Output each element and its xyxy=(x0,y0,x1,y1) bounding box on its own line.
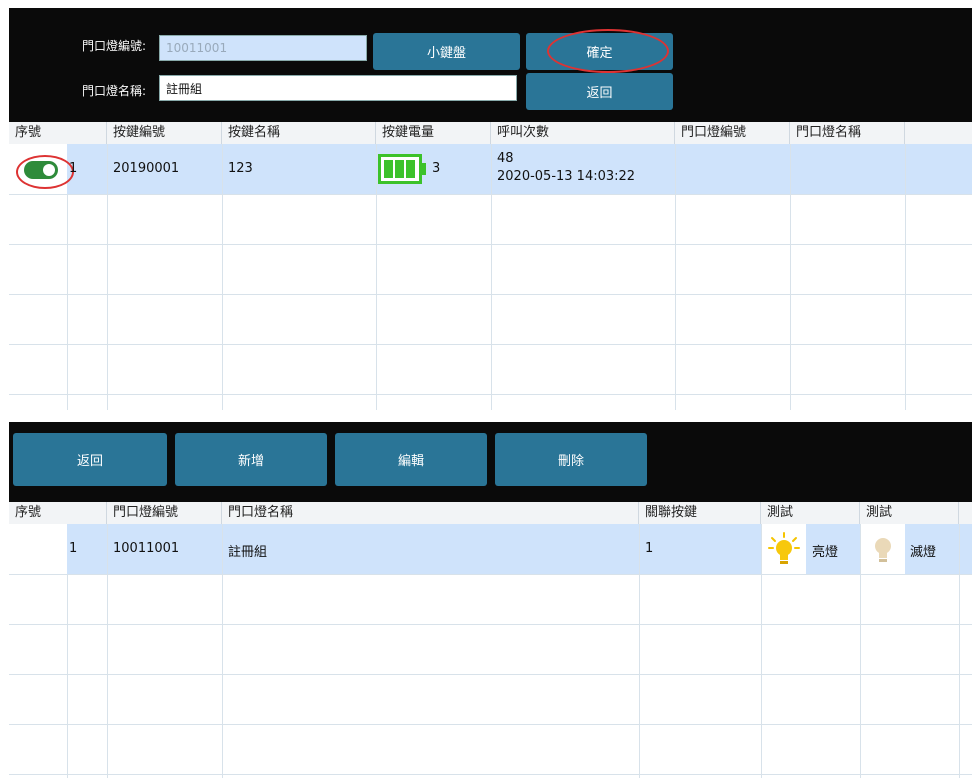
col-battery: 按鍵電量 xyxy=(376,122,491,144)
door-light-code-input[interactable] xyxy=(159,35,367,61)
key-table: 序號 按鍵編號 按鍵名稱 按鍵電量 呼叫次數 門口燈編號 門口燈名稱 1 201… xyxy=(9,122,972,410)
door-light-name-cell: 註冊組 xyxy=(228,545,268,560)
door-light-code-cell: 10011001 xyxy=(113,541,180,556)
col-test-off: 測試 xyxy=(860,502,959,524)
key-table-header: 序號 按鍵編號 按鍵名稱 按鍵電量 呼叫次數 門口燈編號 門口燈名稱 xyxy=(9,122,972,145)
top-panel: 門口燈編號: 小鍵盤 確定 門口燈名稱: 返回 序號 按鍵編號 按鍵名稱 按鍵電… xyxy=(9,8,972,410)
light-off-label[interactable]: 滅燈 xyxy=(910,541,936,560)
lightbulb-on-icon xyxy=(768,532,800,570)
col-serial: 序號 xyxy=(9,122,107,144)
back-button[interactable]: 返回 xyxy=(526,73,673,110)
col-door-light-code: 門口燈編號 xyxy=(107,502,222,524)
edit-button[interactable]: 編輯 xyxy=(335,433,487,486)
delete-button[interactable]: 刪除 xyxy=(495,433,647,486)
bottom-panel: 返回 新增 編輯 刪除 序號 門口燈編號 門口燈名稱 關聯按鍵 測試 測試 1 … xyxy=(9,422,972,778)
col-call-count: 呼叫次數 xyxy=(491,122,675,144)
col-test-on: 測試 xyxy=(761,502,860,524)
col-key-code: 按鍵編號 xyxy=(107,122,222,144)
col-door-light-name: 門口燈名稱 xyxy=(790,122,905,144)
highlight-circle xyxy=(547,29,669,73)
battery-level-cell: 3 xyxy=(432,161,441,176)
col-door-light-code: 門口燈編號 xyxy=(675,122,790,144)
key-code-cell: 20190001 xyxy=(113,161,180,176)
add-button[interactable]: 新增 xyxy=(175,433,327,486)
door-light-name-input[interactable] xyxy=(159,75,517,101)
call-time-cell: 2020-05-13 14:03:22 xyxy=(497,169,636,184)
col-door-light-name: 門口燈名稱 xyxy=(222,502,639,524)
col-linked-key: 關聯按鍵 xyxy=(639,502,761,524)
battery-icon xyxy=(378,154,428,188)
call-count-cell: 48 xyxy=(497,151,514,166)
door-light-table-header: 序號 門口燈編號 門口燈名稱 關聯按鍵 測試 測試 xyxy=(9,502,972,525)
keyboard-button[interactable]: 小鍵盤 xyxy=(373,33,520,70)
lightbulb-off-icon xyxy=(871,532,895,570)
col-serial: 序號 xyxy=(9,502,107,524)
light-on-button[interactable] xyxy=(762,524,806,574)
door-light-code-label: 門口燈編號: xyxy=(82,39,147,53)
door-light-table: 序號 門口燈編號 門口燈名稱 關聯按鍵 測試 測試 1 10011001 註冊組… xyxy=(9,502,972,778)
col-key-name: 按鍵名稱 xyxy=(222,122,376,144)
light-off-button[interactable] xyxy=(861,524,905,574)
linked-key-cell: 1 xyxy=(645,541,654,556)
serial-cell: 1 xyxy=(69,161,78,176)
door-light-name-label: 門口燈名稱: xyxy=(82,84,147,98)
table-row[interactable]: 1 10011001 註冊組 1 亮燈 滅燈 xyxy=(9,524,972,574)
light-on-label[interactable]: 亮燈 xyxy=(812,541,838,560)
key-name-cell: 123 xyxy=(228,161,253,176)
highlight-circle xyxy=(16,155,74,189)
serial-cell: 1 xyxy=(69,541,78,556)
back-button[interactable]: 返回 xyxy=(13,433,167,486)
